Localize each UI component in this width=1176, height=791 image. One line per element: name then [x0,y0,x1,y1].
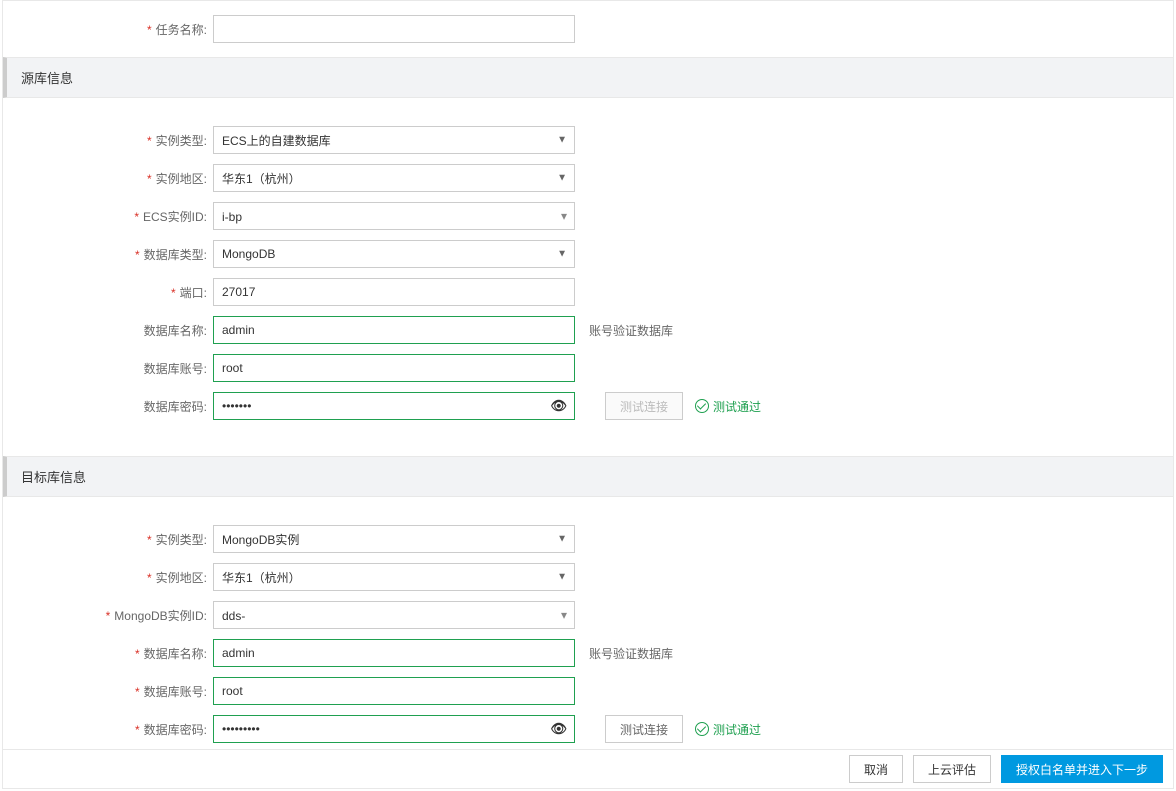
source-dbpass-label: 数据库密码: [3,398,213,415]
target-test-result: 测试通过 [695,721,761,738]
next-step-button[interactable]: 授权白名单并进入下一步 [1001,755,1163,783]
source-dbpass-row: 数据库密码: 👁 测试连接 测试通过 [3,392,1173,420]
check-circle-icon [695,399,709,413]
target-dbpass-label: *数据库密码: [3,721,213,738]
source-dbuser-input[interactable] [213,354,575,382]
target-test-connection-button[interactable]: 测试连接 [605,715,683,743]
source-dbname-hint: 账号验证数据库 [589,322,673,339]
target-instance-type-label: *实例类型: [3,531,213,548]
target-instance-type-select[interactable] [213,525,575,553]
source-region-row: *实例地区: [3,164,1173,192]
check-circle-icon [695,722,709,736]
source-ecs-id-select[interactable] [213,202,575,230]
target-region-select[interactable] [213,563,575,591]
target-mongo-id-row: *MongoDB实例ID: [3,601,1173,629]
source-db-type-select[interactable] [213,240,575,268]
target-dbpass-row: *数据库密码: 👁 测试连接 测试通过 [3,715,1173,743]
target-section-body: *实例类型: *实例地区: *MongoDB实例ID: *数据库名称: 账号验证 [3,497,1173,750]
target-dbname-label: *数据库名称: [3,645,213,662]
source-dbuser-label: 数据库账号: [3,360,213,377]
source-instance-type-select[interactable] [213,126,575,154]
target-mongo-id-label: *MongoDB实例ID: [3,607,213,624]
source-dbpass-input[interactable] [213,392,575,420]
cancel-button[interactable]: 取消 [849,755,903,783]
eye-icon[interactable]: 👁 [550,721,567,737]
source-port-row: *端口: [3,278,1173,306]
task-name-row: *任务名称: [3,11,1173,39]
eye-icon[interactable]: 👁 [550,398,567,414]
source-port-input[interactable] [213,278,575,306]
source-dbuser-row: 数据库账号: [3,354,1173,382]
target-dbpass-input[interactable] [213,715,575,743]
target-dbuser-label: *数据库账号: [3,683,213,700]
source-test-result: 测试通过 [695,398,761,415]
cloud-eval-button[interactable]: 上云评估 [913,755,991,783]
source-ecs-id-row: *ECS实例ID: [3,202,1173,230]
task-name-label: *任务名称: [3,21,213,38]
source-ecs-id-label: *ECS实例ID: [3,208,213,225]
target-region-label: *实例地区: [3,569,213,586]
target-dbname-row: *数据库名称: 账号验证数据库 [3,639,1173,667]
source-region-label: *实例地区: [3,170,213,187]
target-instance-type-row: *实例类型: [3,525,1173,553]
target-dbname-input[interactable] [213,639,575,667]
target-dbuser-row: *数据库账号: [3,677,1173,705]
source-dbname-row: 数据库名称: 账号验证数据库 [3,316,1173,344]
source-dbname-input[interactable] [213,316,575,344]
source-instance-type-row: *实例类型: [3,126,1173,154]
target-dbname-hint: 账号验证数据库 [589,645,673,662]
source-db-type-label: *数据库类型: [3,246,213,263]
page-container: *任务名称: 源库信息 *实例类型: *实例地区: *ECS实例ID: [2,0,1174,750]
source-db-type-row: *数据库类型: [3,240,1173,268]
target-mongo-id-select[interactable] [213,601,575,629]
target-section-header: 目标库信息 [3,456,1173,497]
source-test-connection-button[interactable]: 测试连接 [605,392,683,420]
source-dbname-label: 数据库名称: [3,322,213,339]
footer-bar: 取消 上云评估 授权白名单并进入下一步 [2,749,1174,789]
target-region-row: *实例地区: [3,563,1173,591]
source-section-body: *实例类型: *实例地区: *ECS实例ID: *数据库类型: [3,98,1173,438]
source-region-select[interactable] [213,164,575,192]
task-name-input[interactable] [213,15,575,43]
source-instance-type-label: *实例类型: [3,132,213,149]
source-port-label: *端口: [3,284,213,301]
source-section-header: 源库信息 [3,57,1173,98]
target-dbuser-input[interactable] [213,677,575,705]
